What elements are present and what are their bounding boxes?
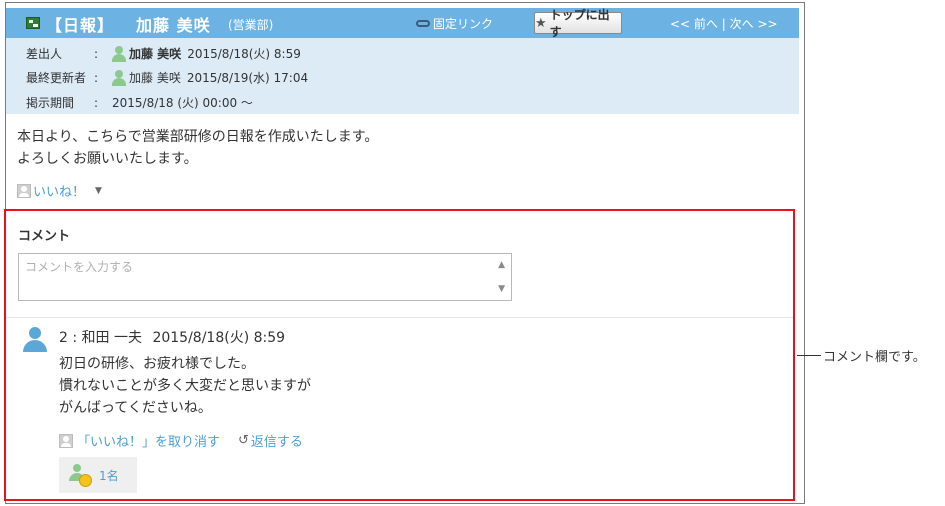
fixed-link-label: 固定リンク	[433, 17, 494, 31]
bulletin-icon	[26, 17, 40, 29]
comment-header: 2 : 和田 一夫 2015/8/18(火) 8:59	[59, 330, 286, 346]
sender-name[interactable]: 加藤 美咲	[129, 45, 181, 62]
comment-author[interactable]: 和田 一夫	[82, 330, 142, 346]
message-body: 本日より、こちらで営業部研修の日報を作成いたします。 よろしくお願いいたします。	[17, 126, 378, 170]
comment-line: がんばってくださいね。	[59, 400, 212, 416]
unlike-link[interactable]: 「いいね！」を取り消す	[77, 431, 220, 450]
colon: :	[94, 46, 99, 61]
reply-icon: ↺	[238, 433, 249, 448]
message-department: (営業部)	[228, 18, 274, 32]
updater-date: 2015/8/19(水) 17:04	[186, 71, 309, 85]
period-row: 掲示期間 : 2015/8/18 (火) 00:00 ～	[26, 94, 253, 111]
like-count-badge[interactable]: 1名	[59, 457, 137, 493]
comment-input-wrapper: ▲ ▼	[18, 253, 512, 301]
body-line: 本日より、こちらで営業部研修の日報を作成いたします。	[17, 129, 379, 145]
like-count: 1名	[99, 468, 119, 483]
prev-link[interactable]: << 前へ	[670, 17, 718, 31]
colon: :	[94, 70, 99, 85]
scroll-down-icon[interactable]: ▼	[498, 284, 505, 294]
comment-line: 慣れないことが多く大変だと思いますが	[59, 378, 311, 394]
chevron-down-icon[interactable]: ▼	[95, 186, 102, 196]
colon: :	[94, 95, 99, 110]
period-value: 2015/8/18 (火) 00:00 ～	[112, 96, 253, 110]
pin-to-top-label: トップに出す	[549, 8, 610, 39]
updater-row: 最終更新者 : 加藤 美咲 2015/8/19(水) 17:04	[26, 69, 308, 86]
comment-title: コメント	[18, 229, 71, 244]
user-icon	[112, 45, 126, 62]
user-icon	[112, 69, 126, 86]
message-author: 加藤 美咲	[136, 16, 211, 35]
message-meta: 差出人 : 加藤 美咲 2015/8/18(火) 8:59 最終更新者 : 加藤…	[6, 38, 799, 114]
reply-button[interactable]: ↺ 返信する	[238, 431, 303, 450]
comment-number: 2	[59, 330, 68, 346]
star-icon: ★	[535, 15, 547, 31]
link-icon	[416, 20, 430, 27]
liked-user-icon	[69, 464, 92, 487]
comment-section: コメント ▲ ▼ 2 : 和田 一夫 2015/8/18(火) 8:59 初日の…	[4, 209, 795, 501]
like-row: いいね！ ▼	[17, 181, 102, 200]
next-link[interactable]: 次へ >>	[730, 17, 778, 31]
updater-name[interactable]: 加藤 美咲	[129, 69, 181, 86]
message-title: 【日報】	[46, 16, 115, 35]
reply-label: 返信する	[250, 435, 303, 450]
fixed-link[interactable]: 固定リンク	[416, 15, 493, 32]
sender-row: 差出人 : 加藤 美咲 2015/8/18(火) 8:59	[26, 45, 301, 62]
comment-body: 初日の研修、お疲れ様でした。 慣れないことが多く大変だと思いますが がんばってく…	[59, 353, 311, 419]
smile-icon	[79, 474, 92, 487]
comment-line: 初日の研修、お疲れ様でした。	[59, 356, 255, 372]
callout-label: コメント欄です。	[823, 350, 926, 365]
like-user-icon	[17, 183, 31, 198]
callout-line	[797, 355, 821, 356]
pager-separator: |	[721, 17, 726, 31]
period-label: 掲示期間	[26, 96, 75, 110]
pager: << 前へ | 次へ >>	[670, 15, 778, 32]
scroll-up-icon[interactable]: ▲	[498, 260, 505, 270]
comment-input[interactable]	[19, 254, 489, 298]
pin-to-top-button[interactable]: ★ トップに出す	[534, 8, 622, 39]
sender-label: 差出人	[26, 47, 63, 61]
comment-divider	[6, 317, 793, 318]
avatar	[22, 327, 48, 353]
sender-date: 2015/8/18(火) 8:59	[187, 47, 301, 61]
comment-actions: 「いいね！」を取り消す ↺ 返信する	[59, 431, 303, 450]
message-header: 【日報】 加藤 美咲 (営業部) 固定リンク ★ トップに出す << 前へ | …	[6, 8, 799, 39]
like-link[interactable]: いいね！	[33, 181, 85, 200]
body-line: よろしくお願いいたします。	[17, 151, 198, 167]
updater-label: 最終更新者	[26, 71, 87, 85]
comment-date: 2015/8/18(火) 8:59	[152, 330, 286, 346]
like-user-icon	[59, 433, 73, 448]
